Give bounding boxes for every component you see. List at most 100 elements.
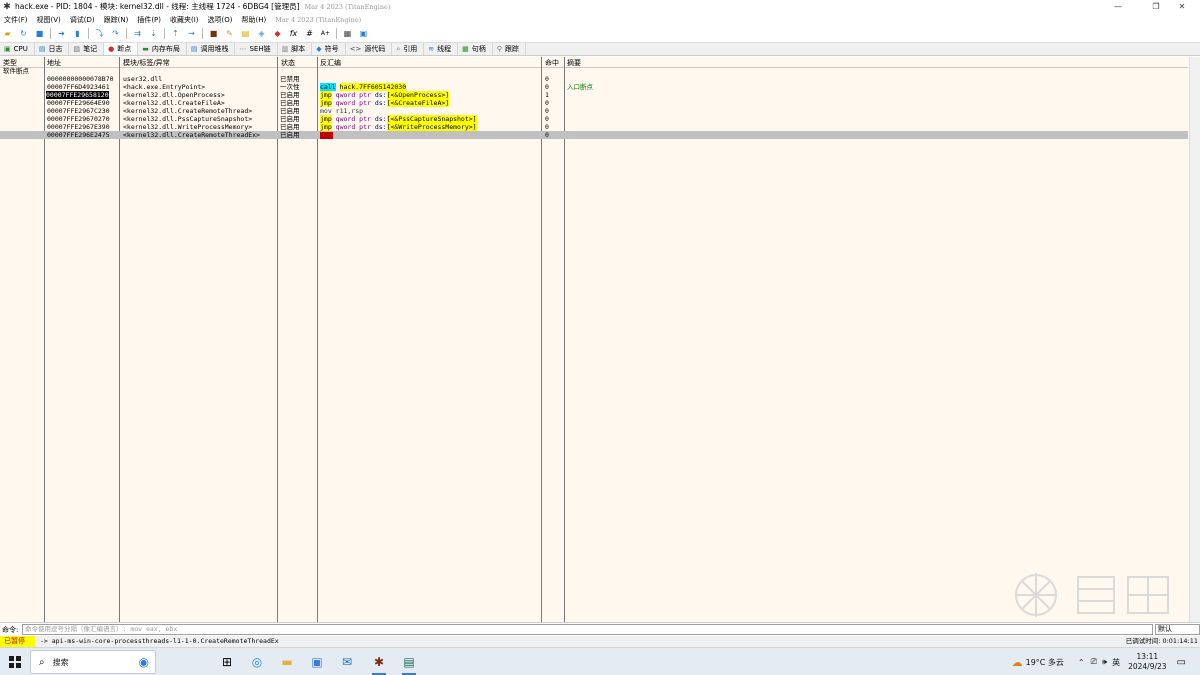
tab-handles[interactable]: ▦ 句柄 [458, 43, 493, 55]
menu-options[interactable]: 选项(O) [204, 15, 238, 25]
clock-time: 13:11 [1136, 652, 1159, 661]
col-summary[interactable]: 摘要 [567, 58, 581, 68]
minimize-button[interactable]: — [1100, 0, 1136, 13]
weather-text[interactable]: 19°C 多云 [1026, 657, 1064, 668]
toolbar-separator [202, 28, 203, 39]
column-divider [44, 57, 45, 622]
menu-favourites[interactable]: 收藏夹(I) [166, 15, 204, 25]
pause-icon[interactable]: ▮ [72, 28, 83, 39]
col-address[interactable]: 地址 [47, 58, 61, 68]
notification-icon[interactable]: ▭ [1177, 657, 1186, 668]
menu-trace[interactable]: 跟踪(N) [100, 15, 134, 25]
restart-icon[interactable]: ↻ [18, 28, 29, 39]
close-debug-icon[interactable]: ■ [34, 28, 45, 39]
menu-plugins[interactable]: 插件(P) [133, 15, 166, 25]
bp-state: 已禁用 [280, 75, 300, 83]
step-into-icon[interactable]: ⤵ [94, 28, 105, 39]
close-button[interactable]: ✕ [1164, 0, 1200, 13]
store-icon[interactable]: ▣ [306, 652, 328, 672]
chevron-up-icon[interactable]: ⌃ [1078, 658, 1085, 667]
tab-notes[interactable]: ▧ 笔记 [69, 43, 105, 55]
group-label: 软件断点 [3, 67, 29, 75]
bp-address: 00007FFE296E2475 [47, 131, 110, 139]
bp-module: <kernel32.dll.CreateRemoteThread> [123, 107, 253, 115]
table-row[interactable]: 00007FFE29670270 <kernel32.dll.PssCaptur… [0, 115, 1188, 123]
command-mode-select[interactable]: 默认 [1155, 624, 1200, 635]
labels-icon[interactable]: ◈ [256, 28, 267, 39]
tab-memory-map[interactable]: ▬ 内存布局 [138, 43, 187, 55]
open-file-icon[interactable]: ▰ [2, 28, 13, 39]
command-input[interactable]: 命令使用逗号分隔（像汇编语言）: mov eax, ebx [22, 624, 1153, 635]
bp-module: <kernel32.dll.OpenProcess> [123, 91, 225, 99]
taskbar-search-box[interactable]: ⌕ 搜索 ◉ [30, 650, 156, 674]
tab-seh[interactable]: ⋯ SEH链 [235, 43, 278, 55]
table-row[interactable]: 00007FFE2967E390 <kernel32.dll.WriteProc… [0, 123, 1188, 131]
table-row[interactable]: 00007FFE29658120 <kernel32.dll.OpenProce… [0, 91, 1188, 99]
menu-help[interactable]: 帮助(H) [238, 15, 272, 25]
font-size-icon[interactable]: A+ [320, 28, 331, 39]
animate-icon[interactable]: ⇝ [186, 28, 197, 39]
hash-icon[interactable]: # [304, 28, 315, 39]
patch-icon[interactable]: ✎ [224, 28, 235, 39]
system-tray: ☁ 19°C 多云 ⌃ ⎚ 🕪 英 13:11 2024/9/23 ▭ [1012, 648, 1200, 675]
tab-source[interactable]: <> 源代码 [346, 43, 393, 55]
execute-till-return-icon[interactable]: ⇣ [148, 28, 159, 39]
x64dbg-taskbar-icon[interactable]: ✱ [368, 652, 390, 675]
run-to-user-code-icon[interactable]: ⇡ [170, 28, 181, 39]
bp-disasm: mov r11,rsp [320, 107, 364, 115]
tab-call-stack[interactable]: ▤ 调用堆栈 [187, 43, 236, 55]
tab-cpu[interactable]: ▣ CPU [0, 43, 35, 55]
clock[interactable]: 13:11 2024/9/23 [1128, 652, 1166, 672]
tab-breakpoints[interactable]: ● 断点 [104, 43, 139, 55]
tab-threads[interactable]: ≋ 线程 [424, 43, 459, 55]
bp-hits: 0 [545, 107, 549, 115]
title-bar: ✱ hack.exe - PID: 1804 - 模块: kernel32.dl… [0, 0, 1200, 13]
menu-file[interactable]: 文件(F) [0, 15, 33, 25]
scylla-icon[interactable]: ■ [208, 28, 219, 39]
app-window-taskbar-icon[interactable]: ▤ [398, 652, 420, 675]
step-over-icon[interactable]: ↷ [110, 28, 121, 39]
references-icon: ⌕ [396, 44, 401, 53]
tab-trace[interactable]: ⚲ 跟踪 [493, 43, 526, 55]
tab-symbols[interactable]: ◆ 符号 [312, 43, 346, 55]
comments-icon[interactable]: ▤ [240, 28, 251, 39]
windows-start-icon[interactable] [9, 656, 21, 668]
col-disasm[interactable]: 反汇编 [320, 58, 341, 68]
col-module[interactable]: 模块/标签/异常 [123, 58, 170, 68]
bp-state: 已启用 [280, 131, 300, 139]
col-hits[interactable]: 命中 [545, 58, 559, 68]
bp-disasm: call hack.7FF605142030 [320, 83, 407, 91]
network-icon[interactable]: ⎚ [1091, 657, 1097, 667]
tab-references[interactable]: ⌕ 引用 [392, 43, 425, 55]
bookmark-icon[interactable]: ◆ [272, 28, 283, 39]
run-icon[interactable]: ➜ [56, 28, 67, 39]
cheatsheet-icon[interactable]: ▣ [358, 28, 369, 39]
vertical-scrollbar[interactable] [1189, 57, 1200, 622]
bp-state: 已启用 [280, 115, 300, 123]
col-state[interactable]: 状态 [281, 58, 295, 68]
table-row-selected[interactable]: 00007FFE296E2475 <kernel32.dll.CreateRem… [0, 131, 1188, 139]
mail-icon[interactable]: ✉ [336, 652, 358, 672]
menu-debug[interactable]: 调试(D) [66, 15, 100, 25]
volume-icon[interactable]: 🕪 [1102, 657, 1107, 667]
table-row[interactable]: 00007FFE2967C230 <kernel32.dll.CreateRem… [0, 107, 1188, 115]
bp-hits: 0 [545, 123, 549, 131]
calculator-icon[interactable]: ▦ [342, 28, 353, 39]
menu-view[interactable]: 视图(V) [33, 15, 66, 25]
bp-address: 00007FFE2967C230 [47, 107, 110, 115]
ime-indicator[interactable]: 英 [1112, 657, 1120, 668]
edge-browser-icon[interactable]: ◎ [246, 652, 268, 672]
table-row[interactable]: 00007FFE29664E90 <kernel32.dll.CreateFil… [0, 99, 1188, 107]
tab-script[interactable]: ▥ 脚本 [278, 43, 313, 55]
task-view-icon[interactable]: ⊞ [216, 652, 238, 672]
tab-log[interactable]: ▤ 日志 [35, 43, 70, 55]
bp-hits: 0 [545, 99, 549, 107]
file-explorer-icon[interactable]: ▬ [276, 652, 298, 672]
function-icon[interactable]: fx [288, 28, 299, 39]
table-row[interactable]: 00000000000078B70 user32.dll 已禁用 0 [0, 75, 1188, 83]
bp-module: <kernel32.dll.WriteProcessMemory> [123, 123, 253, 131]
table-row[interactable]: 00007FF6D4923461 <hack.exe.EntryPoint> 一… [0, 83, 1188, 91]
debug-status-badge: 已暂停 [0, 636, 35, 647]
bp-address: 00007FFE29658120 [46, 91, 109, 99]
trace-into-icon[interactable]: ⇉ [132, 28, 143, 39]
